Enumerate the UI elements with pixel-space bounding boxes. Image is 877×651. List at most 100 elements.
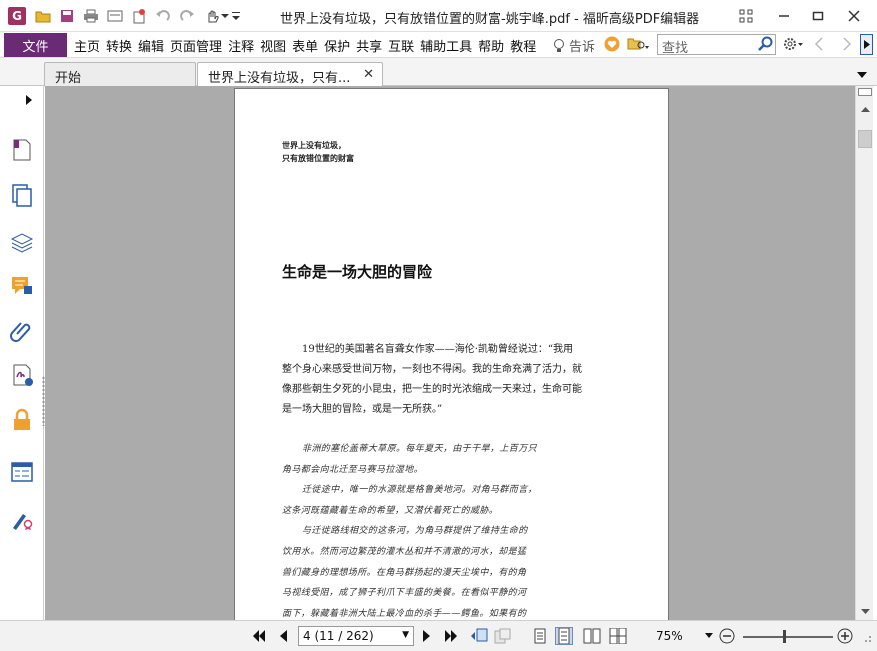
text-line: 迁徙途中，唯一的水源就是格鲁美地河。对角马群而言，	[302, 485, 538, 496]
menu-protect[interactable]: 保护	[322, 36, 352, 55]
stamp-icon[interactable]	[130, 7, 148, 25]
scrollbar-thumb[interactable]	[858, 130, 872, 148]
zoom-level[interactable]: 75%	[656, 629, 683, 643]
next-view-icon[interactable]	[494, 627, 512, 645]
previous-page-icon[interactable]	[274, 627, 292, 645]
open-folder-icon[interactable]	[34, 7, 52, 25]
redo-icon[interactable]	[178, 7, 196, 25]
zoom-out-icon[interactable]	[718, 627, 736, 645]
tab-start-label: 开始	[55, 71, 82, 86]
vertical-scrollbar[interactable]	[855, 86, 873, 620]
page-thumbnail-icon[interactable]	[10, 138, 34, 162]
last-page-icon[interactable]	[442, 627, 460, 645]
menu-help[interactable]: 帮助	[476, 36, 506, 55]
text-line: 整个身心来感受世间万物，一刻也不得闲。我的生命充满了活力，就	[282, 364, 582, 375]
tab-close-icon[interactable]: ✕	[363, 67, 374, 82]
tab-document-label: 世界上没有垃圾，只有...	[208, 71, 351, 86]
file-menu-button[interactable]: 文件	[4, 33, 67, 57]
continuous-facing-icon[interactable]	[609, 627, 627, 645]
hand-icon[interactable]	[203, 7, 221, 25]
sidebar-expand-icon[interactable]	[26, 94, 32, 108]
menu-view[interactable]: 视图	[258, 36, 288, 55]
single-page-icon[interactable]	[531, 627, 549, 645]
search-icon[interactable]	[757, 36, 773, 55]
header-line: 只有放错位置的财富	[282, 154, 354, 163]
customize-icon[interactable]	[231, 7, 241, 25]
menu-edit[interactable]: 编辑	[136, 36, 166, 55]
maximize-icon[interactable]	[806, 6, 830, 26]
zoom-slider-thumb[interactable]	[783, 630, 787, 643]
close-icon[interactable]	[842, 6, 866, 26]
next-page-icon[interactable]	[418, 627, 436, 645]
gear-icon[interactable]	[782, 36, 804, 55]
back-nav-icon[interactable]	[814, 37, 824, 54]
undo-icon[interactable]	[154, 7, 172, 25]
print-icon[interactable]	[82, 7, 100, 25]
menu-home[interactable]: 主页	[72, 36, 102, 55]
text-line: 非洲的塞伦盖蒂大草原。每年夏天，由于干旱，上百万只	[302, 444, 538, 454]
tab-start[interactable]: 开始	[44, 62, 196, 86]
folder-search-icon[interactable]	[627, 37, 649, 54]
new-doc-icon[interactable]	[106, 7, 124, 25]
page-number-value: 4 (11 / 262)	[303, 629, 374, 643]
document-viewport[interactable]: 世界上没有垃圾， 只有放错位置的财富 生命是一场大胆的冒险 19世纪的美国著名盲…	[45, 86, 855, 620]
previous-view-icon[interactable]	[470, 627, 488, 645]
split-view-box[interactable]	[858, 88, 872, 96]
text-line: 与迁徙路线相交的这条河，为角马群提供了维持生命的	[302, 526, 528, 537]
page-dropdown-icon[interactable]: ▼	[402, 630, 409, 640]
certify-icon[interactable]	[10, 507, 34, 531]
layers-icon[interactable]	[10, 230, 34, 254]
page-number-field[interactable]: 4 (11 / 262) ▼	[298, 626, 414, 646]
resize-grip-icon[interactable]	[860, 631, 872, 646]
security-lock-icon[interactable]	[10, 408, 34, 432]
comments-icon[interactable]	[10, 274, 34, 298]
chapter-title: 生命是一场大胆的冒险	[282, 263, 433, 281]
forward-nav-icon[interactable]	[842, 37, 852, 54]
status-bar: 4 (11 / 262) ▼ 75%	[0, 620, 877, 651]
app-logo[interactable]: G	[8, 7, 26, 25]
title-bar: G 世界上没有垃圾，只有放错位置的财富-姚宇峰.pdf - 福昕高级PDF编辑器	[0, 0, 877, 32]
tab-list-chevron-icon[interactable]	[857, 68, 867, 82]
menu-bar: 文件 主页 转换 编辑 页面管理 注释 视图 表单 保护 共享 互联 辅助工具 …	[0, 32, 877, 58]
ribbon-expand-button[interactable]	[860, 34, 873, 55]
header-line: 世界上没有垃圾，	[282, 141, 346, 150]
window-title: 世界上没有垃圾，只有放错位置的财富-姚宇峰.pdf - 福昕高级PDF编辑器	[280, 12, 700, 27]
signature-icon[interactable]	[10, 363, 34, 387]
scroll-down-arrow-icon[interactable]	[856, 603, 874, 620]
text-line: 19世纪的美国著名盲聋女作家——海伦·凯勒曾经说过：“我用	[302, 344, 574, 355]
form-fields-icon[interactable]	[10, 460, 34, 484]
menu-comment[interactable]: 注释	[226, 36, 256, 55]
pages-icon[interactable]	[10, 183, 34, 207]
menu-connect[interactable]: 互联	[386, 36, 416, 55]
restore-layout-icon[interactable]	[734, 6, 758, 26]
continuous-page-icon[interactable]	[555, 627, 573, 645]
tab-document[interactable]: 世界上没有垃圾，只有... ✕	[197, 62, 383, 87]
text-line: 像那些朝生夕死的小昆虫，把一生的时光浓缩成一天来过，生命可能	[282, 384, 582, 395]
menu-organize[interactable]: 页面管理	[168, 36, 224, 55]
heart-icon[interactable]	[604, 36, 620, 55]
text-line: 马视线受阻，成了狮子利爪下丰盛的美餐。在看似平静的河	[282, 588, 527, 599]
scroll-up-arrow-icon[interactable]	[856, 100, 874, 117]
menu-accessibility[interactable]: 辅助工具	[418, 36, 474, 55]
lightbulb-icon	[554, 38, 564, 52]
chevron-down-icon[interactable]	[220, 7, 230, 25]
attachments-icon[interactable]	[10, 318, 34, 342]
navigation-sidebar	[0, 86, 45, 620]
page-header: 世界上没有垃圾， 只有放错位置的财富	[282, 139, 354, 165]
tell-me[interactable]: 告诉	[553, 36, 595, 55]
save-icon[interactable]	[58, 7, 76, 25]
zoom-in-icon[interactable]	[836, 627, 854, 645]
menu-tutorial[interactable]: 教程	[508, 36, 538, 55]
zoom-dropdown-icon[interactable]	[704, 627, 714, 645]
facing-pages-icon[interactable]	[583, 627, 601, 645]
text-line: 兽们藏身的理想场所。在角马群扬起的漫天尘埃中，有的角	[282, 567, 527, 578]
first-page-icon[interactable]	[250, 627, 268, 645]
text-line: 角马都会向北迁至马赛马拉湿地。	[282, 464, 424, 475]
menu-convert[interactable]: 转换	[104, 36, 134, 55]
minimize-icon[interactable]	[772, 6, 796, 26]
text-line: 是一场大胆的冒险，或是一无所获。”	[282, 404, 443, 415]
menu-share[interactable]: 共享	[354, 36, 384, 55]
menu-form[interactable]: 表单	[290, 36, 320, 55]
zoom-slider-track[interactable]	[743, 636, 833, 638]
text-line: 面下，躲藏着非洲大陆上最冷血的杀手——鳄鱼。如果有的	[282, 608, 527, 619]
